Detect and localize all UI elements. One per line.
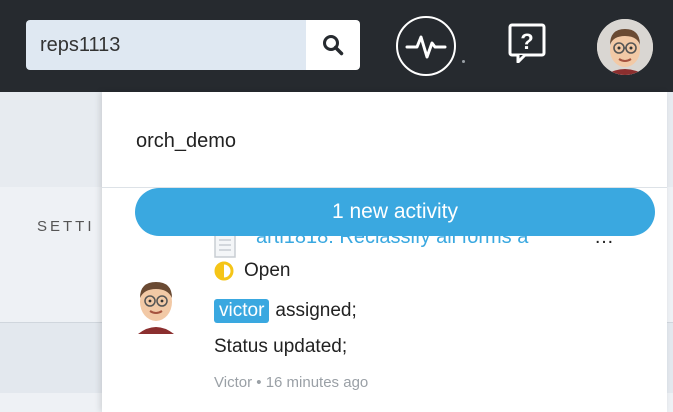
search-button[interactable] [306,20,360,70]
new-activity-button[interactable]: 1 new activity [135,188,655,236]
assignee-tag[interactable]: victor [214,299,270,323]
meta-separator: • [256,374,262,391]
activity-time: 16 minutes ago [265,374,369,391]
activity-button[interactable] [396,16,456,76]
half-circle-status-icon [214,261,234,281]
activity-author[interactable]: Victor [214,374,252,391]
help-glyph: ? [520,29,533,54]
activity-pulse-icon [405,35,447,59]
activity-panel: orch_demo 1 new activity arti1818: Recla… [102,92,667,412]
activity-avatar [138,282,174,334]
search-icon [323,35,344,56]
assigned-row: victor assigned; [214,296,357,326]
activity-item: arti1818: Reclassify all forms a … Open … [102,212,667,412]
panel-title: orch_demo [136,130,237,152]
help-icon: ? [508,23,546,63]
status-label: Open [244,260,291,281]
top-nav-bar: ? [0,0,673,92]
search-box [26,20,360,70]
assigned-text: assigned; [275,300,357,321]
avatar-face-icon [597,19,653,75]
activity-indicator-dot [462,60,465,63]
status-row: Open [214,259,290,283]
background-settings-label: SETTI [37,218,95,235]
panel-header: orch_demo [102,92,667,188]
help-button[interactable]: ? [508,23,546,63]
user-avatar[interactable] [597,19,653,75]
search-input[interactable] [26,20,306,70]
status-updated-text: Status updated; [214,336,348,357]
activity-meta: Victor • 16 minutes ago [214,374,368,391]
